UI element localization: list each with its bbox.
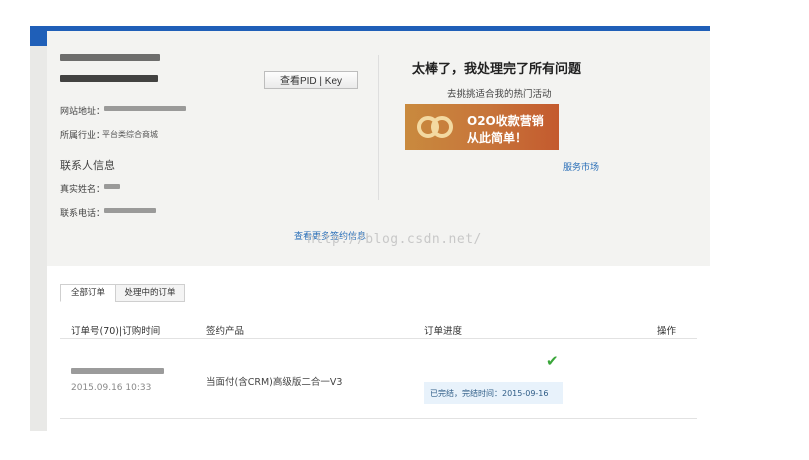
redacted-email <box>60 75 158 82</box>
order-status-box: 已完结，完结时间：2015-09-16 <box>424 382 563 404</box>
column-header-progress: 订单进度 <box>424 326 463 337</box>
real-name-label: 真实姓名： <box>60 185 106 195</box>
top-accent-bar <box>30 26 710 31</box>
banner-line-1: O2O收款营销 <box>467 114 544 128</box>
link-chain-icon <box>431 116 453 138</box>
column-header-product: 签约产品 <box>206 326 245 337</box>
header-divider <box>60 338 697 339</box>
success-subtitle: 去挑挑适合我的热门活动 <box>447 89 552 100</box>
tab-all-orders[interactable]: 全部订单 <box>60 284 116 302</box>
success-title: 太棒了，我处理完了所有问题 <box>412 62 582 77</box>
redacted-order-number <box>71 368 164 374</box>
service-market-link[interactable]: 服务市场 <box>563 160 599 173</box>
left-strip <box>30 46 47 431</box>
left-accent-band <box>30 26 47 46</box>
checkmark-icon: ✔ <box>546 352 559 370</box>
redacted-phone <box>104 208 156 213</box>
o2o-promo-banner[interactable]: O2O收款营销 从此简单！ <box>405 104 559 150</box>
column-header-order-no: 订单号(70)|订购时间 <box>71 326 161 337</box>
banner-line-2: 从此简单！ <box>467 131 528 145</box>
vertical-divider <box>378 55 379 200</box>
tab-processing-orders[interactable]: 处理中的订单 <box>115 284 185 302</box>
contact-section-title: 联系人信息 <box>60 159 115 172</box>
redacted-website <box>104 106 186 111</box>
watermark: http://blog.csdn.net/ <box>307 232 482 247</box>
row-divider <box>60 418 697 419</box>
order-time: 2015.09.16 10:33 <box>71 383 152 393</box>
industry-label: 所属行业： <box>60 131 106 141</box>
view-pid-key-button[interactable]: 查看PID | Key <box>264 71 358 89</box>
order-status-text: 已完结，完结时间：2015-09-16 <box>430 389 549 398</box>
website-label: 网站地址： <box>60 107 106 117</box>
phone-label: 联系电话： <box>60 209 106 219</box>
order-product: 当面付(含CRM)高级版二合一V3 <box>206 377 343 388</box>
industry-value: 平台类综合商城 <box>102 130 158 139</box>
column-header-actions: 操作 <box>657 326 677 337</box>
redacted-company-name <box>60 54 160 61</box>
redacted-real-name <box>104 184 120 189</box>
